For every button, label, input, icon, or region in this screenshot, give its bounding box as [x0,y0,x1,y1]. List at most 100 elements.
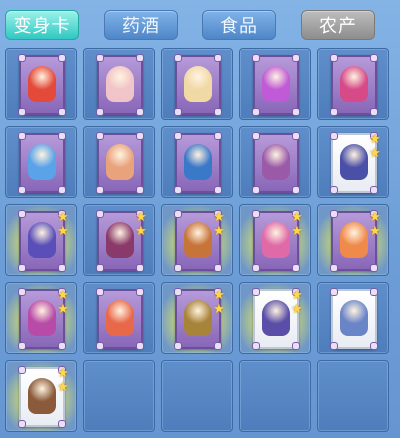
card-corner-pin [292,264,300,272]
star-icon: ★ [57,380,69,395]
card-corner-pin [96,264,104,272]
inventory-slot[interactable] [83,126,155,198]
empty-slot[interactable] [317,360,389,432]
inventory-slot[interactable] [5,48,77,120]
card-corner-pin [136,108,144,116]
character-figure [28,66,56,102]
inventory-slot[interactable]: ★ ★ [161,282,233,354]
inventory-slot[interactable]: ★ ★ [317,126,389,198]
character-figure [262,300,290,336]
card-corner-pin [18,210,26,218]
character-figure [262,144,290,180]
card-corner-pin [214,342,222,350]
star-icon: ★ [291,288,303,303]
inventory-slot[interactable]: ★ ★ [5,204,77,276]
inventory-slot[interactable]: ★ ★ [239,282,311,354]
card-corner-pin [214,186,222,194]
card-corner-pin [214,264,222,272]
card-corner-pin [136,342,144,350]
card-corner-pin [18,108,26,116]
star-rating: ★ ★ [56,211,70,239]
inventory-slot[interactable]: ★ ★ [5,360,77,432]
tab-food[interactable]: 食品 [202,10,276,40]
star-icon: ★ [291,224,303,239]
star-icon: ★ [291,210,303,225]
card-corner-pin [370,108,378,116]
inventory-slot[interactable]: ★ ★ [5,282,77,354]
inventory-grid: ★ ★ ★ ★ ★ ★ ★ ★ ★ ★ ★ ★ ★ ★ ★ ★ ★ ★ ★ ★ [5,48,395,434]
card-corner-pin [330,210,338,218]
card-corner-pin [174,342,182,350]
star-rating: ★ ★ [290,211,304,239]
card-corner-pin [58,186,66,194]
card-corner-pin [136,264,144,272]
empty-slot[interactable] [161,360,233,432]
card-corner-pin [96,210,104,218]
inventory-slot[interactable] [239,126,311,198]
inventory-slot[interactable] [161,126,233,198]
card-corner-pin [252,264,260,272]
inventory-slot[interactable] [83,282,155,354]
star-icon: ★ [213,302,225,317]
star-rating: ★ ★ [134,211,148,239]
card-corner-pin [18,264,26,272]
card-corner-pin [136,186,144,194]
card-corner-pin [292,342,300,350]
inventory-slot[interactable] [239,48,311,120]
card-corner-pin [58,420,66,428]
character-figure [262,66,290,102]
star-icon: ★ [57,366,69,381]
card-corner-pin [58,54,66,62]
inventory-slot[interactable]: ★ ★ [83,204,155,276]
card-corner-pin [214,54,222,62]
tab-transform-card[interactable]: 变身卡 [5,10,79,40]
star-rating: ★ ★ [56,367,70,395]
card-corner-pin [292,132,300,140]
card-corner-pin [136,132,144,140]
transform-card-icon [252,54,300,116]
transform-card-icon [96,132,144,194]
card-corner-pin [174,288,182,296]
inventory-slot[interactable]: ★ ★ [317,204,389,276]
character-figure [28,144,56,180]
character-figure [28,222,56,258]
card-corner-pin [174,54,182,62]
star-icon: ★ [369,132,381,147]
inventory-slot[interactable] [317,48,389,120]
card-corner-pin [136,54,144,62]
tab-medicine-wine[interactable]: 药酒 [104,10,178,40]
star-icon: ★ [213,224,225,239]
inventory-slot[interactable] [161,48,233,120]
star-icon: ★ [369,224,381,239]
character-figure [340,144,368,180]
card-corner-pin [330,186,338,194]
character-figure [106,144,134,180]
card-corner-pin [18,186,26,194]
card-corner-pin [18,342,26,350]
inventory-slot[interactable] [5,126,77,198]
empty-slot[interactable] [83,360,155,432]
inventory-slot[interactable] [83,48,155,120]
card-corner-pin [252,342,260,350]
card-corner-pin [18,366,26,374]
inventory-slot[interactable] [317,282,389,354]
card-corner-pin [330,132,338,140]
card-corner-pin [370,288,378,296]
empty-slot[interactable] [239,360,311,432]
star-icon: ★ [291,302,303,317]
card-corner-pin [174,132,182,140]
inventory-slot[interactable]: ★ ★ [239,204,311,276]
inventory-slot[interactable]: ★ ★ [161,204,233,276]
star-icon: ★ [57,210,69,225]
card-corner-pin [58,264,66,272]
category-tabs: 变身卡 药酒 食品 农产 [0,0,400,46]
star-icon: ★ [213,288,225,303]
card-corner-pin [18,132,26,140]
tab-farm-produce[interactable]: 农产 [301,10,375,40]
card-corner-pin [330,288,338,296]
transform-card-icon [252,132,300,194]
star-rating: ★ ★ [290,289,304,317]
character-figure [28,378,56,414]
card-corner-pin [96,186,104,194]
card-corner-pin [214,132,222,140]
